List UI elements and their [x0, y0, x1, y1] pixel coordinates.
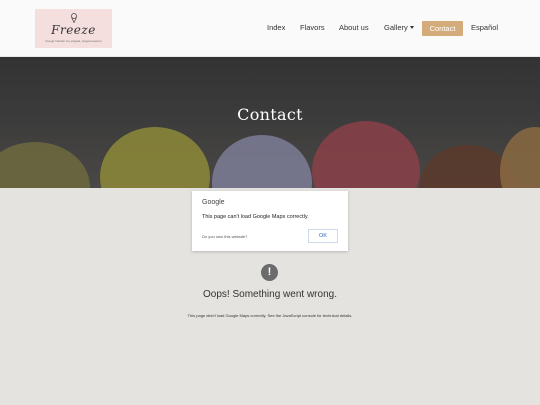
nav-contact[interactable]: Contact [422, 21, 463, 36]
own-website-link[interactable]: Do you own this website? [202, 234, 247, 239]
page-title: Contact [237, 105, 303, 124]
dialog-message: This page can't load Google Maps correct… [202, 214, 309, 220]
ice-cream-cone-icon [71, 13, 77, 23]
scoop-image [212, 135, 312, 188]
logo-tagline: Ilmega harktan ice pirigala, pirgeloneat… [45, 39, 102, 43]
scoop-image [100, 127, 210, 188]
nav-index[interactable]: Index [267, 21, 285, 35]
error-headline: Oops! Something went wrong. [203, 289, 337, 300]
google-logo: Google [202, 199, 225, 206]
nav-about-us[interactable]: About us [339, 21, 369, 35]
scoop-image [312, 121, 420, 188]
error-detail: This page didn't load Google Maps correc… [187, 313, 353, 318]
error-icon: ! [261, 264, 278, 281]
hero-banner: Contact [0, 57, 540, 188]
chevron-down-icon [409, 25, 414, 29]
map-error-dialog: Google This page can't load Google Maps … [192, 191, 348, 251]
nav-espanol[interactable]: Español [471, 21, 498, 35]
ok-button[interactable]: OK [308, 229, 338, 243]
nav-gallery[interactable]: Gallery [384, 21, 414, 35]
navbar: Freeze Ilmega harktan ice pirigala, pirg… [0, 0, 540, 57]
scoop-image [0, 142, 90, 188]
nav-gallery-label: Gallery [384, 23, 408, 32]
scoop-image [500, 127, 540, 188]
logo-brand: Freeze [51, 23, 96, 37]
logo[interactable]: Freeze Ilmega harktan ice pirigala, pirg… [35, 9, 112, 48]
nav-flavors[interactable]: Flavors [300, 21, 325, 35]
